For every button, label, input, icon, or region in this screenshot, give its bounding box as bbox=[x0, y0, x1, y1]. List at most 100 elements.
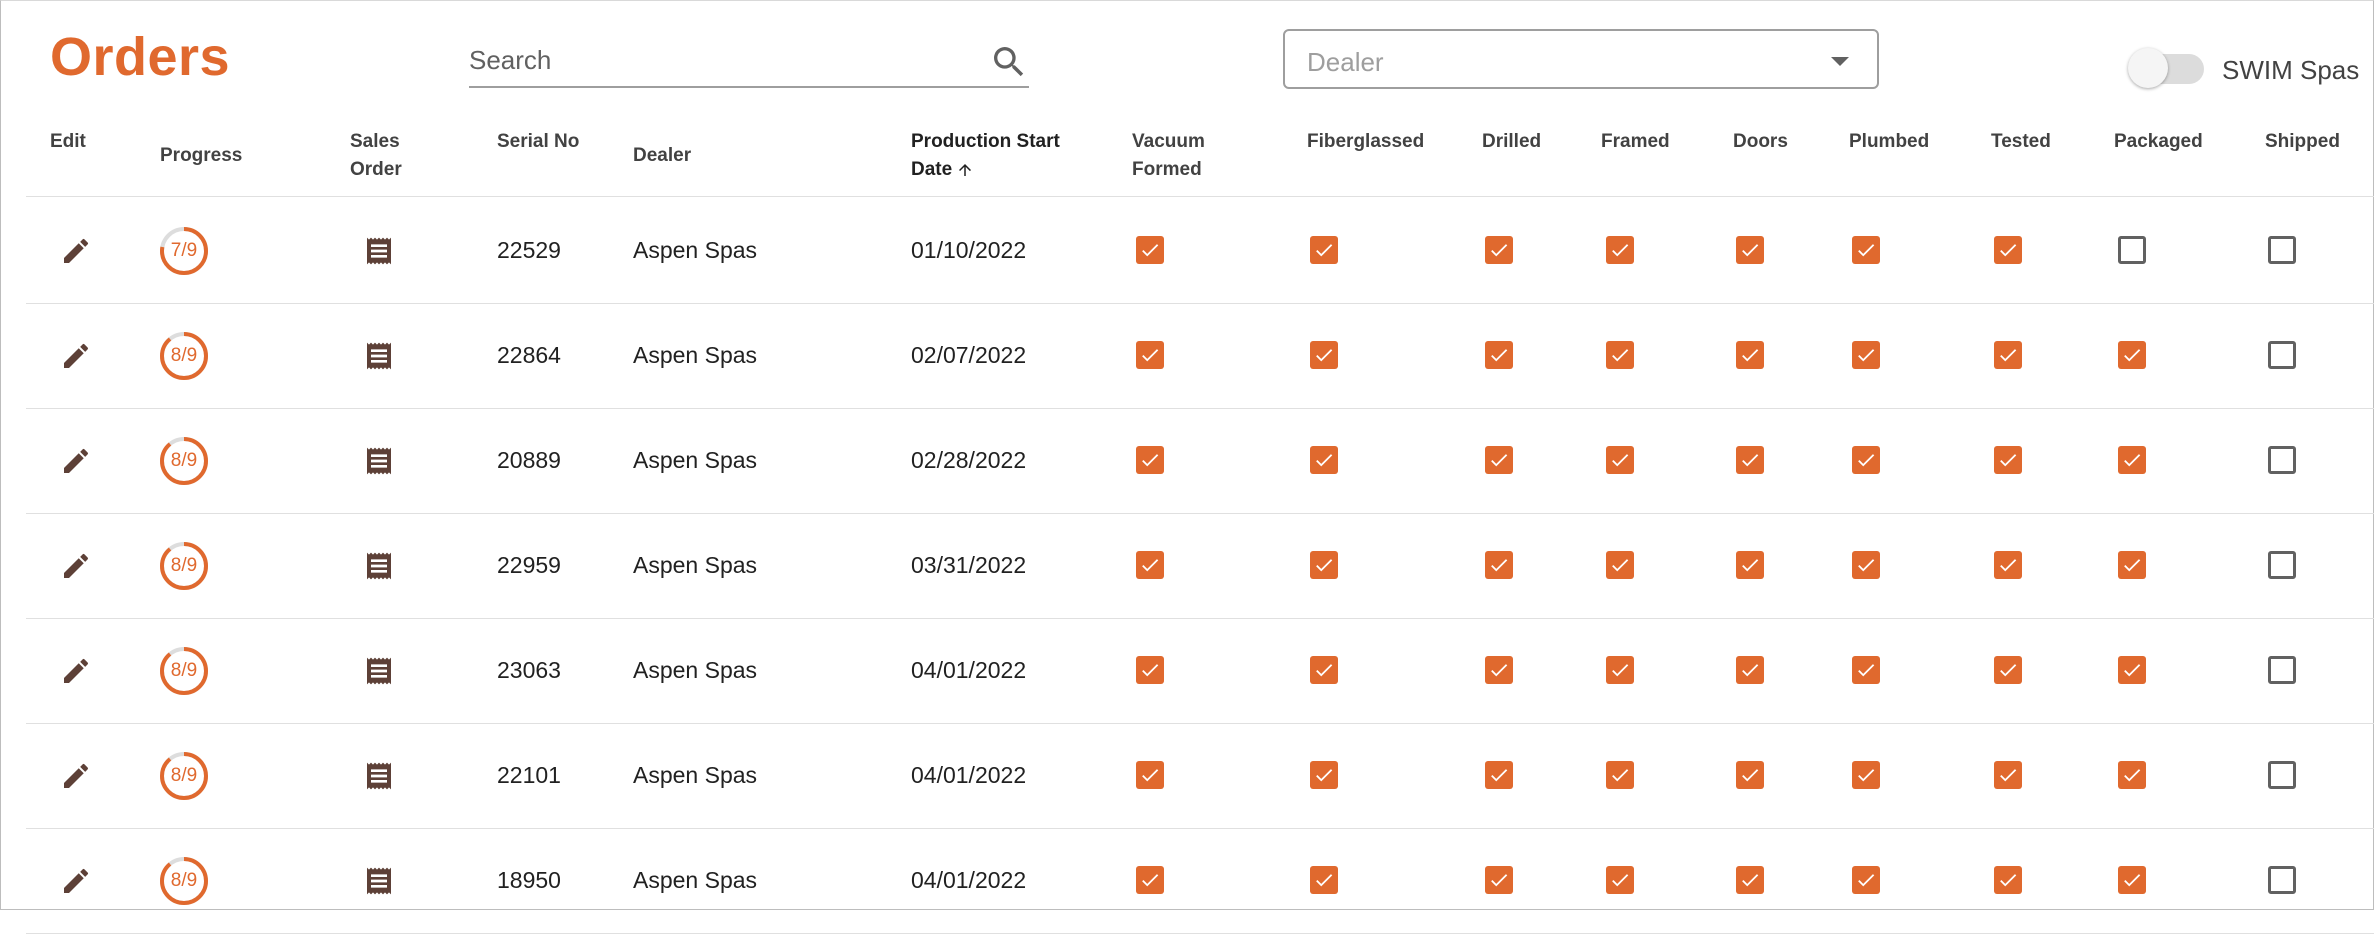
column-header-fiberglassed[interactable]: Fiberglassed bbox=[1307, 128, 1457, 156]
dealer-select[interactable]: Dealer bbox=[1283, 29, 1879, 89]
checkbox-tested[interactable] bbox=[1994, 551, 2022, 579]
arrow-up-icon[interactable] bbox=[956, 160, 974, 180]
checkbox-framed[interactable] bbox=[1606, 656, 1634, 684]
receipt-icon[interactable] bbox=[363, 760, 395, 792]
checkbox-packaged[interactable] bbox=[2118, 341, 2146, 369]
checkbox-plumbed[interactable] bbox=[1852, 236, 1880, 264]
checkbox-framed[interactable] bbox=[1606, 236, 1634, 264]
checkbox-fiberglassed[interactable] bbox=[1310, 551, 1338, 579]
receipt-icon[interactable] bbox=[363, 340, 395, 372]
checkbox-shipped[interactable] bbox=[2268, 866, 2296, 894]
checkbox-vacuum-formed[interactable] bbox=[1136, 446, 1164, 474]
checkbox-tested[interactable] bbox=[1994, 236, 2022, 264]
checkbox-shipped[interactable] bbox=[2268, 656, 2296, 684]
search-icon[interactable] bbox=[989, 42, 1029, 82]
checkbox-packaged[interactable] bbox=[2118, 761, 2146, 789]
checkbox-fiberglassed[interactable] bbox=[1310, 656, 1338, 684]
receipt-icon[interactable] bbox=[363, 445, 395, 477]
checkbox-shipped[interactable] bbox=[2268, 551, 2296, 579]
column-header-drilled[interactable]: Drilled bbox=[1482, 128, 1582, 156]
column-header-start-date[interactable]: Production Start Date bbox=[911, 128, 1101, 184]
checkbox-packaged[interactable] bbox=[2118, 446, 2146, 474]
checkbox-vacuum-formed[interactable] bbox=[1136, 761, 1164, 789]
checkbox-fiberglassed[interactable] bbox=[1310, 761, 1338, 789]
table-row[interactable]: 8/9 22864 Aspen Spas 02/07/2022 bbox=[26, 303, 2374, 409]
column-header-plumbed[interactable]: Plumbed bbox=[1849, 128, 1959, 156]
column-header-progress[interactable]: Progress bbox=[160, 142, 280, 170]
pencil-icon[interactable] bbox=[60, 655, 92, 687]
column-header-serial[interactable]: Serial No bbox=[497, 128, 617, 156]
checkbox-plumbed[interactable] bbox=[1852, 866, 1880, 894]
receipt-icon[interactable] bbox=[363, 655, 395, 687]
table-row[interactable]: 8/9 18950 Aspen Spas 04/01/2022 bbox=[26, 828, 2374, 934]
checkbox-doors[interactable] bbox=[1736, 341, 1764, 369]
checkbox-tested[interactable] bbox=[1994, 656, 2022, 684]
swim-spas-toggle[interactable] bbox=[2128, 46, 2204, 90]
pencil-icon[interactable] bbox=[60, 550, 92, 582]
checkbox-fiberglassed[interactable] bbox=[1310, 446, 1338, 474]
checkbox-fiberglassed[interactable] bbox=[1310, 866, 1338, 894]
checkbox-vacuum-formed[interactable] bbox=[1136, 656, 1164, 684]
checkbox-tested[interactable] bbox=[1994, 341, 2022, 369]
checkbox-shipped[interactable] bbox=[2268, 236, 2296, 264]
column-header-packaged[interactable]: Packaged bbox=[2114, 128, 2224, 156]
checkbox-doors[interactable] bbox=[1736, 236, 1764, 264]
column-header-dealer[interactable]: Dealer bbox=[633, 142, 753, 170]
checkbox-plumbed[interactable] bbox=[1852, 551, 1880, 579]
checkbox-plumbed[interactable] bbox=[1852, 341, 1880, 369]
pencil-icon[interactable] bbox=[60, 865, 92, 897]
checkbox-packaged[interactable] bbox=[2118, 551, 2146, 579]
checkbox-framed[interactable] bbox=[1606, 341, 1634, 369]
checkbox-vacuum-formed[interactable] bbox=[1136, 236, 1164, 264]
checkbox-drilled[interactable] bbox=[1485, 551, 1513, 579]
checkbox-drilled[interactable] bbox=[1485, 341, 1513, 369]
table-row[interactable]: 8/9 22959 Aspen Spas 03/31/2022 bbox=[26, 513, 2374, 619]
checkbox-doors[interactable] bbox=[1736, 866, 1764, 894]
checkbox-drilled[interactable] bbox=[1485, 866, 1513, 894]
toggle-knob[interactable] bbox=[2128, 48, 2168, 88]
column-header-framed[interactable]: Framed bbox=[1601, 128, 1701, 156]
search-input[interactable] bbox=[469, 38, 969, 82]
checkbox-doors[interactable] bbox=[1736, 656, 1764, 684]
checkbox-doors[interactable] bbox=[1736, 446, 1764, 474]
checkbox-packaged[interactable] bbox=[2118, 656, 2146, 684]
pencil-icon[interactable] bbox=[60, 760, 92, 792]
column-header-edit[interactable]: Edit bbox=[50, 128, 110, 156]
checkbox-framed[interactable] bbox=[1606, 761, 1634, 789]
table-row[interactable]: 7/9 22529 Aspen Spas 01/10/2022 bbox=[26, 198, 2374, 304]
receipt-icon[interactable] bbox=[363, 235, 395, 267]
checkbox-packaged[interactable] bbox=[2118, 236, 2146, 264]
checkbox-vacuum-formed[interactable] bbox=[1136, 341, 1164, 369]
checkbox-plumbed[interactable] bbox=[1852, 656, 1880, 684]
checkbox-tested[interactable] bbox=[1994, 761, 2022, 789]
checkbox-drilled[interactable] bbox=[1485, 236, 1513, 264]
checkbox-framed[interactable] bbox=[1606, 866, 1634, 894]
column-header-sales-order[interactable]: Sales Order bbox=[350, 128, 430, 184]
checkbox-drilled[interactable] bbox=[1485, 656, 1513, 684]
table-row[interactable]: 8/9 23063 Aspen Spas 04/01/2022 bbox=[26, 618, 2374, 724]
checkbox-doors[interactable] bbox=[1736, 761, 1764, 789]
column-header-vacuum-formed[interactable]: Vacuum Formed bbox=[1132, 128, 1232, 184]
checkbox-drilled[interactable] bbox=[1485, 446, 1513, 474]
checkbox-vacuum-formed[interactable] bbox=[1136, 866, 1164, 894]
checkbox-packaged[interactable] bbox=[2118, 866, 2146, 894]
column-header-tested[interactable]: Tested bbox=[1991, 128, 2091, 156]
checkbox-tested[interactable] bbox=[1994, 866, 2022, 894]
checkbox-drilled[interactable] bbox=[1485, 761, 1513, 789]
checkbox-plumbed[interactable] bbox=[1852, 761, 1880, 789]
column-header-doors[interactable]: Doors bbox=[1733, 128, 1833, 156]
receipt-icon[interactable] bbox=[363, 550, 395, 582]
pencil-icon[interactable] bbox=[60, 445, 92, 477]
checkbox-shipped[interactable] bbox=[2268, 761, 2296, 789]
checkbox-plumbed[interactable] bbox=[1852, 446, 1880, 474]
receipt-icon[interactable] bbox=[363, 865, 395, 897]
checkbox-vacuum-formed[interactable] bbox=[1136, 551, 1164, 579]
checkbox-framed[interactable] bbox=[1606, 551, 1634, 579]
pencil-icon[interactable] bbox=[60, 235, 92, 267]
checkbox-fiberglassed[interactable] bbox=[1310, 341, 1338, 369]
checkbox-shipped[interactable] bbox=[2268, 446, 2296, 474]
checkbox-framed[interactable] bbox=[1606, 446, 1634, 474]
table-row[interactable]: 8/9 20889 Aspen Spas 02/28/2022 bbox=[26, 408, 2374, 514]
checkbox-fiberglassed[interactable] bbox=[1310, 236, 1338, 264]
pencil-icon[interactable] bbox=[60, 340, 92, 372]
